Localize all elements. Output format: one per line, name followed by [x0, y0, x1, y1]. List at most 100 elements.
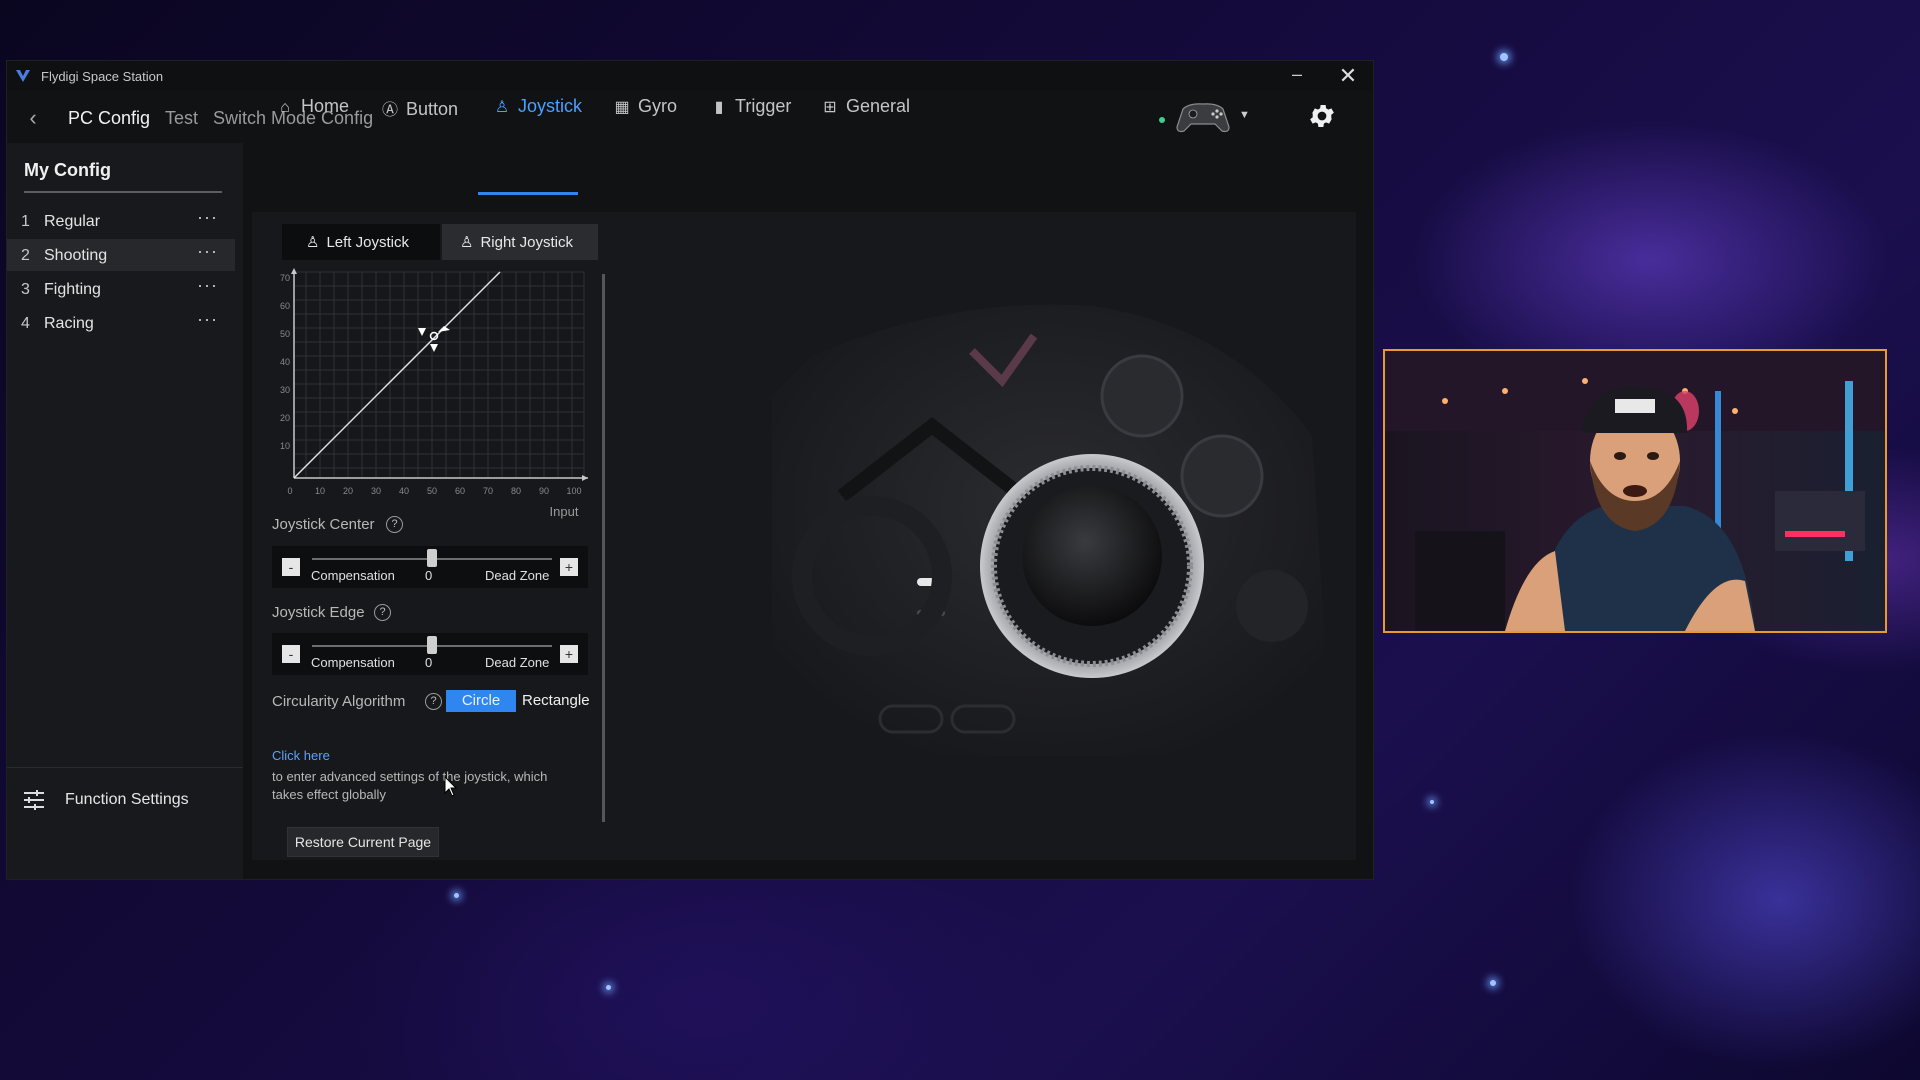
background-star: [1430, 800, 1434, 804]
help-icon[interactable]: ?: [425, 693, 442, 710]
x-tick-label: 50: [427, 486, 437, 496]
config-label: Fighting: [44, 281, 101, 298]
x-axis-label: Input: [550, 504, 579, 519]
slider-handle[interactable]: [427, 549, 437, 567]
y-tick-label: 20: [280, 413, 290, 423]
config-label: Racing: [44, 315, 94, 332]
y-tick-label: 60: [280, 301, 290, 311]
chevron-down-icon[interactable]: ▼: [1239, 109, 1250, 121]
response-curve-graph[interactable]: 70 60 50 40 30 20 10 0 10 20 30 40 50 60…: [268, 264, 598, 522]
joystick-edge-slider[interactable]: - Compensation 0 Dead Zone +: [272, 633, 588, 675]
home-icon: ⌂: [280, 99, 290, 116]
scrollbar[interactable]: [602, 274, 605, 822]
minus-button[interactable]: -: [282, 558, 300, 576]
restore-current-page-button[interactable]: Restore Current Page: [287, 827, 439, 857]
x-tick-label: 80: [511, 486, 521, 496]
joystick-center-slider[interactable]: - Compensation 0 Dead Zone +: [272, 546, 588, 588]
window-title: Flydigi Space Station: [41, 69, 164, 84]
tab-left-joystick[interactable]: ♙ Left Joystick: [282, 224, 440, 260]
compensation-label: Compensation: [311, 568, 395, 583]
gyro-icon: ▦: [614, 99, 630, 116]
more-options-icon[interactable]: ···: [197, 309, 218, 330]
background-star: [454, 893, 459, 898]
tab-button[interactable]: Ⓐ Button: [380, 96, 458, 130]
background-star: [606, 985, 611, 990]
more-options-icon[interactable]: ···: [197, 241, 218, 262]
tab-right-joystick[interactable]: ♙ Right Joystick: [442, 224, 598, 260]
background-star: [1500, 53, 1508, 61]
flydigi-logo-icon: [16, 70, 30, 82]
my-config-title: My Config: [24, 160, 111, 180]
tab-label: Button: [406, 99, 459, 119]
config-item-fighting[interactable]: 3 Fighting ···: [7, 273, 235, 305]
slider-value: 0: [425, 568, 433, 583]
config-number: 3: [21, 281, 30, 298]
streamer-video: [1385, 351, 1885, 631]
plus-button[interactable]: +: [560, 558, 578, 576]
tab-label: Home: [301, 96, 350, 116]
minus-button[interactable]: -: [282, 645, 300, 663]
subtab-label: Left Joystick: [326, 234, 409, 251]
tab-gyro[interactable]: ▦ Gyro: [612, 96, 677, 130]
minimize-button[interactable]: –: [1285, 65, 1309, 87]
device-connected-indicator: [1159, 117, 1165, 123]
config-number: 2: [21, 247, 30, 264]
tab-joystick[interactable]: ♙ Joystick: [492, 96, 582, 130]
more-options-icon[interactable]: ···: [197, 207, 218, 228]
slider-value: 0: [425, 655, 433, 670]
config-sidebar: My Config 1 Regular ··· 2 Shooting ··· 3…: [7, 143, 243, 879]
dead-zone-label: Dead Zone: [485, 655, 550, 670]
x-tick-label: 40: [399, 486, 409, 496]
y-tick-label: 70: [280, 273, 290, 283]
x-tick-label: 10: [315, 486, 325, 496]
tab-label: Gyro: [638, 96, 678, 116]
x-tick-label: 0: [287, 486, 292, 496]
controller-device-icon[interactable]: [1175, 99, 1231, 135]
trigger-icon: ▮: [714, 99, 724, 116]
tab-trigger[interactable]: ▮ Trigger: [709, 96, 792, 130]
plus-button[interactable]: +: [560, 645, 578, 663]
button-icon: Ⓐ: [381, 102, 398, 119]
general-icon: ⊞: [823, 99, 837, 116]
close-button[interactable]: ✕: [1333, 63, 1363, 89]
config-item-racing[interactable]: 4 Racing ···: [7, 307, 235, 339]
config-number: 1: [21, 213, 30, 230]
mouse-cursor-icon: [444, 776, 458, 797]
config-item-shooting[interactable]: 2 Shooting ···: [7, 239, 235, 271]
config-label: Regular: [44, 213, 101, 230]
joystick-icon: ♙: [460, 234, 474, 251]
gear-icon[interactable]: [1307, 101, 1337, 131]
tab-general[interactable]: ⊞ General: [820, 96, 910, 130]
circle-option[interactable]: Circle: [446, 690, 516, 712]
tab-label: Trigger: [735, 96, 792, 116]
x-tick-label: 20: [343, 486, 353, 496]
config-item-regular[interactable]: 1 Regular ···: [7, 205, 235, 237]
compensation-label: Compensation: [311, 655, 395, 670]
function-settings-button[interactable]: Function Settings: [23, 787, 223, 815]
nav-pc-config[interactable]: PC Config: [68, 108, 150, 129]
y-tick-label: 50: [280, 329, 290, 339]
help-icon[interactable]: ?: [374, 604, 391, 621]
joystick-icon: ♙: [494, 99, 510, 116]
active-tab-indicator: [478, 192, 578, 195]
x-tick-label: 60: [455, 486, 465, 496]
advanced-settings-link[interactable]: Click here: [272, 748, 330, 763]
rectangle-option[interactable]: Rectangle: [522, 690, 590, 712]
x-tick-label: 30: [371, 486, 381, 496]
tab-label: Joystick: [518, 96, 583, 116]
subtab-label: Right Joystick: [480, 234, 573, 251]
title-bar: Flydigi Space Station – ✕: [7, 61, 1373, 91]
config-label: Shooting: [44, 247, 108, 264]
slider-handle[interactable]: [427, 636, 437, 654]
y-tick-label: 10: [280, 441, 290, 451]
x-tick-label: 70: [483, 486, 493, 496]
joystick-center-label: Joystick Center: [272, 516, 375, 533]
sidebar-divider: [24, 191, 222, 193]
more-options-icon[interactable]: ···: [197, 275, 218, 296]
tab-home[interactable]: ⌂ Home: [275, 96, 349, 130]
help-icon[interactable]: ?: [386, 516, 403, 533]
back-arrow-icon[interactable]: ‹: [23, 105, 43, 131]
nav-test[interactable]: Test: [165, 108, 198, 129]
background-star: [1490, 980, 1496, 986]
top-navigation: ‹ PC Config Test Switch Mode Config ▼: [7, 91, 1373, 143]
